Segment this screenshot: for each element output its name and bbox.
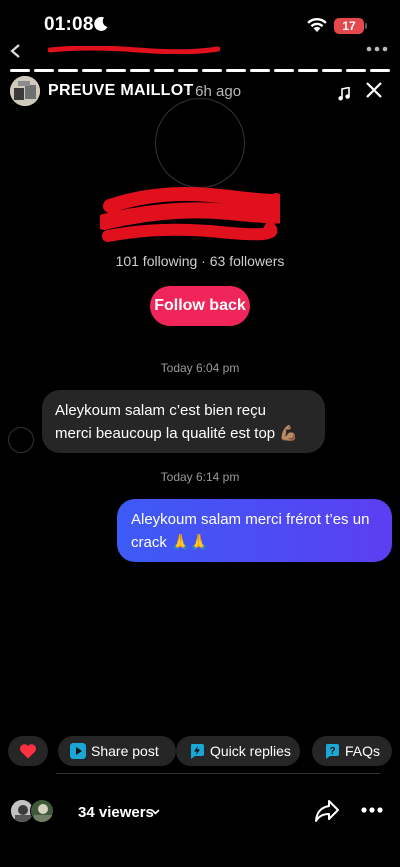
viewers-bar: 34 viewers	[0, 792, 400, 832]
quick-replies-chip[interactable]: Quick replies	[176, 736, 300, 766]
like-chip[interactable]	[8, 736, 48, 766]
account-avatar[interactable]	[10, 76, 40, 106]
sender-avatar[interactable]	[8, 427, 34, 453]
viewer-avatar[interactable]	[30, 799, 54, 823]
quick-actions-row: Share post Quick replies ? FAQs	[8, 736, 400, 766]
outgoing-message[interactable]: Aleykoum salam merci frérot t’es un crac…	[117, 499, 392, 562]
chevron-down-icon[interactable]	[151, 807, 160, 816]
profile-picture[interactable]	[155, 98, 245, 188]
moon-icon	[94, 16, 108, 31]
battery-cap	[365, 23, 367, 29]
battery-indicator: 17	[334, 18, 364, 34]
redacted-name-scribble	[100, 186, 280, 242]
redacted-scribble-top	[48, 46, 220, 54]
share-icon[interactable]	[314, 799, 340, 823]
share-post-chip[interactable]: Share post	[58, 736, 176, 766]
chip-label: Share post	[91, 743, 159, 759]
music-note-icon[interactable]	[338, 87, 350, 101]
heart-icon	[19, 744, 37, 759]
close-icon[interactable]	[366, 82, 382, 98]
message-line: Aleykoum salam merci frérot t’es un	[131, 511, 370, 528]
message-input-divider	[56, 773, 380, 774]
chip-label: Quick replies	[210, 743, 291, 759]
battery-level: 17	[342, 19, 356, 33]
faqs-chip[interactable]: ? FAQs	[312, 736, 392, 766]
status-bar: 01:08 17	[0, 0, 400, 48]
progress-segments	[10, 69, 390, 72]
play-icon	[70, 743, 86, 759]
story-progress-bar	[10, 46, 390, 72]
back-chevron-icon[interactable]	[9, 44, 23, 58]
question-icon: ?	[326, 744, 339, 759]
message-line: Aleykoum salam c’est bien reçu	[55, 402, 266, 419]
message-timestamp: Today 6:14 pm	[160, 470, 240, 484]
follow-back-button[interactable]: Follow back	[150, 286, 250, 326]
message-line: merci beaucoup la qualité est top 💪🏽	[55, 425, 298, 442]
incoming-message[interactable]: Aleykoum salam c’est bien reçu merci bea…	[42, 390, 325, 453]
svg-text:?: ?	[329, 746, 335, 757]
message-line: crack 🙏🙏	[131, 534, 209, 551]
viewers-count[interactable]: 34 viewers	[78, 804, 154, 821]
more-dots-top-icon[interactable]	[366, 44, 388, 54]
follow-counts: 101 following · 63 followers	[115, 253, 285, 269]
chip-label: FAQs	[345, 743, 381, 759]
message-timestamp: Today 6:04 pm	[160, 361, 240, 375]
lightning-icon	[191, 744, 204, 759]
more-options-icon[interactable]	[360, 806, 384, 814]
status-time: 01:08	[44, 14, 94, 35]
account-username[interactable]: PREUVE MAILLOT	[48, 82, 194, 100]
wifi-icon	[307, 17, 327, 32]
